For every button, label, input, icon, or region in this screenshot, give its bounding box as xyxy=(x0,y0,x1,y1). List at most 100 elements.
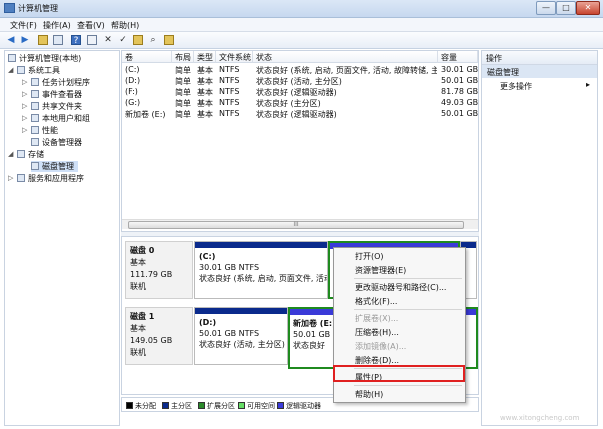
menu-item-add-mirror[interactable]: 添加镜像(A)... xyxy=(334,340,465,352)
col-capacity[interactable]: 容量 xyxy=(438,51,478,63)
scrollbar-thumb[interactable]: III xyxy=(128,221,464,229)
settings-icon[interactable] xyxy=(164,35,174,45)
properties-icon[interactable] xyxy=(87,35,97,45)
expand-arrow-icon[interactable]: ▷ xyxy=(22,102,27,110)
cell-layout: 简单 xyxy=(175,88,191,97)
menu-item-help[interactable]: 帮助(H) xyxy=(334,388,465,400)
col-status[interactable]: 状态 xyxy=(253,51,438,63)
legend-label: 逻辑驱动器 xyxy=(286,402,321,410)
tree-item-performance[interactable]: 性能 xyxy=(31,125,58,136)
menu-item-format[interactable]: 格式化(F)... xyxy=(334,295,465,307)
cell-volume: (C:) xyxy=(125,65,140,74)
window-title: 计算机管理 xyxy=(18,4,58,13)
cell-status: 状态良好 (活动, 主分区) xyxy=(256,77,342,86)
tree-item-storage[interactable]: 存储 xyxy=(17,149,44,160)
cell-status: 状态良好 (系统, 启动, 页面文件, 活动, 故障转储, 主分区) xyxy=(256,66,437,75)
tree-item-shared-folders[interactable]: 共享文件夹 xyxy=(31,101,82,112)
more-actions-link[interactable]: 更多操作 xyxy=(500,81,532,92)
partition-d[interactable]: (D:) 50.01 GB NTFS 状态良好 (活动, 主分区) xyxy=(194,307,288,365)
col-type[interactable]: 类型 xyxy=(194,51,216,63)
tools-icon xyxy=(17,66,25,74)
tree-item-computer-management[interactable]: 计算机管理(本地) xyxy=(8,53,81,64)
performance-icon xyxy=(31,126,39,134)
cell-layout: 简单 xyxy=(175,77,191,86)
menu-file[interactable]: 文件(F) xyxy=(10,20,37,31)
actions-section-disk-management[interactable]: 磁盘管理 xyxy=(482,65,597,78)
disk-name: 磁盘 1 xyxy=(130,312,155,321)
tree-item-system-tools[interactable]: 系统工具 xyxy=(17,65,60,76)
menu-view[interactable]: 查看(V) xyxy=(77,20,105,31)
menu-item-change-drive-letter[interactable]: 更改驱动器号和路径(C)... xyxy=(334,281,465,293)
partition-status: 状态良好 (系统, 启动, 页面文件, 活动, 故障 xyxy=(199,274,327,283)
maximize-button[interactable]: □ xyxy=(556,1,576,15)
partition-size: 50.01 GB NTFS xyxy=(199,329,260,338)
menu-bar: 文件(F) 操作(A) 查看(V) 帮助(H) xyxy=(0,18,603,32)
cell-capacity: 49.03 GB xyxy=(441,98,479,107)
search-icon[interactable]: ⌕ xyxy=(148,35,158,45)
check-icon[interactable]: ✓ xyxy=(118,35,128,45)
col-filesystem[interactable]: 文件系统 xyxy=(216,51,253,63)
cell-type: 基本 xyxy=(197,88,213,97)
console-tree: 计算机管理(本地) ◢ 系统工具 ▷ 任务计划程序 ▷ 事件查看器 ▷ 共享文件… xyxy=(4,50,120,426)
cell-status: 状态良好 (逻辑驱动器) xyxy=(256,110,337,119)
tree-item-event-viewer[interactable]: 事件查看器 xyxy=(31,89,82,100)
menu-separator xyxy=(354,278,462,279)
legend-swatch-logical xyxy=(277,402,284,409)
open-folder-icon[interactable] xyxy=(133,35,143,45)
watermark: www.xitongcheng.com xyxy=(500,414,580,422)
menu-item-shrink-volume[interactable]: 压缩卷(H)... xyxy=(334,326,465,338)
delete-icon[interactable]: ✕ xyxy=(103,35,113,45)
storage-icon xyxy=(17,150,25,158)
properties-highlight-box xyxy=(333,365,465,382)
cell-status: 状态良好 (主分区) xyxy=(256,99,321,108)
partition-c[interactable]: (C:) 30.01 GB NTFS 状态良好 (系统, 启动, 页面文件, 活… xyxy=(194,241,328,299)
back-icon[interactable]: ◀ xyxy=(6,35,16,45)
menu-action[interactable]: 操作(A) xyxy=(43,20,71,31)
legend-label: 主分区 xyxy=(171,402,192,410)
cell-volume: (G:) xyxy=(125,98,141,107)
console-tree-icon[interactable] xyxy=(53,35,63,45)
expand-arrow-icon[interactable]: ▷ xyxy=(22,114,27,122)
collapse-arrow-icon[interactable]: ◢ xyxy=(8,66,13,74)
shared-folder-icon xyxy=(31,102,39,110)
expand-arrow-icon[interactable]: ▷ xyxy=(22,78,27,86)
actions-header: 操作 xyxy=(482,51,597,65)
disk-0-info[interactable]: 磁盘 0 基本 111.79 GB 联机 xyxy=(125,241,193,299)
folder-up-icon[interactable] xyxy=(38,35,48,45)
disk-status: 联机 xyxy=(130,348,146,357)
more-actions-arrow-icon[interactable]: ▸ xyxy=(586,80,590,89)
horizontal-scrollbar[interactable]: III xyxy=(122,219,478,229)
disk-type: 基本 xyxy=(130,324,146,333)
cell-filesystem: NTFS xyxy=(219,87,240,96)
tree-item-local-users[interactable]: 本地用户和组 xyxy=(31,113,90,124)
expand-arrow-icon[interactable]: ▷ xyxy=(8,174,13,182)
computer-icon xyxy=(8,54,16,62)
expand-arrow-icon[interactable]: ▷ xyxy=(22,90,27,98)
minimize-button[interactable]: — xyxy=(536,1,556,15)
col-layout[interactable]: 布局 xyxy=(172,51,194,63)
menu-help[interactable]: 帮助(H) xyxy=(111,20,139,31)
menu-item-open[interactable]: 打开(O) xyxy=(334,250,465,262)
menu-item-explore[interactable]: 资源管理器(E) xyxy=(334,264,465,276)
tree-item-task-scheduler[interactable]: 任务计划程序 xyxy=(31,77,90,88)
computer-management-icon xyxy=(4,3,15,13)
col-volume[interactable]: 卷 xyxy=(122,51,172,63)
menu-item-extend-volume[interactable]: 扩展卷(X)... xyxy=(334,312,465,324)
tree-item-disk-management[interactable]: 磁盘管理 xyxy=(31,161,78,172)
expand-arrow-icon[interactable]: ▷ xyxy=(22,126,27,134)
help-icon[interactable]: ? xyxy=(71,35,81,46)
close-button[interactable]: ✕ xyxy=(576,1,600,15)
legend-label: 可用空间 xyxy=(247,402,275,410)
cell-capacity: 30.01 GB xyxy=(441,65,479,74)
forward-icon[interactable]: ▶ xyxy=(20,35,30,45)
cell-layout: 简单 xyxy=(175,99,191,108)
legend-swatch-free-space xyxy=(238,402,245,409)
collapse-arrow-icon[interactable]: ◢ xyxy=(8,150,13,158)
cell-type: 基本 xyxy=(197,99,213,108)
tree-item-services-apps[interactable]: 服务和应用程序 xyxy=(17,173,84,184)
cell-volume: 新加卷 (E:) xyxy=(125,110,166,119)
cell-status: 状态良好 (逻辑驱动器) xyxy=(256,88,337,97)
primary-partition-bar xyxy=(195,242,327,248)
disk-1-info[interactable]: 磁盘 1 基本 149.05 GB 联机 xyxy=(125,307,193,365)
tree-item-device-manager[interactable]: 设备管理器 xyxy=(31,137,82,148)
